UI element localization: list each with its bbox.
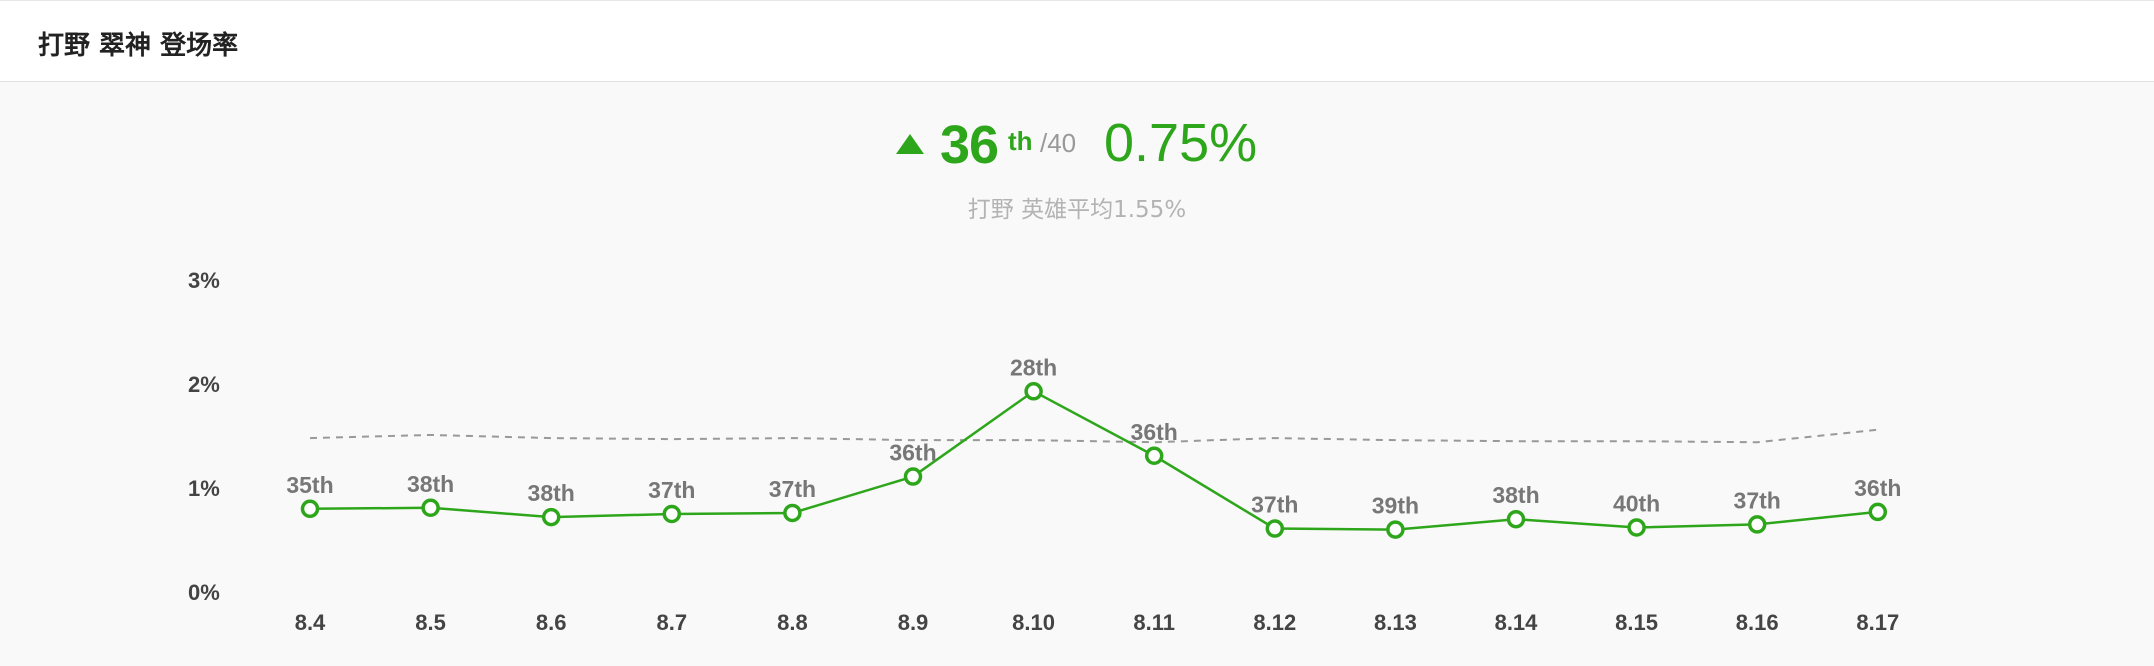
data-point [1265, 519, 1285, 538]
x-tick-label: 8.5 [415, 610, 446, 635]
data-point [421, 498, 440, 518]
data-point [1506, 509, 1526, 529]
x-tick-label: 8.14 [1495, 610, 1539, 635]
data-label: 39th [1372, 493, 1419, 519]
average-series-line [309, 428, 1878, 444]
data-point [662, 504, 682, 524]
data-label: 37th [648, 477, 695, 503]
data-point [1627, 518, 1646, 537]
data-label: 35th [286, 472, 333, 498]
x-tick-label: 8.7 [657, 610, 688, 635]
data-label: 40th [1613, 491, 1660, 517]
data-point [541, 507, 561, 527]
x-tick-label: 8.13 [1374, 610, 1417, 635]
x-tick-label: 8.15 [1615, 610, 1658, 635]
data-point [1747, 515, 1767, 534]
x-tick-label: 8.12 [1253, 610, 1296, 635]
data-point [903, 467, 923, 486]
data-label: 37th [769, 476, 816, 502]
data-label: 36th [1131, 419, 1178, 445]
y-tick-label: 2% [188, 372, 220, 397]
data-point [783, 503, 802, 523]
x-tick-label: 8.6 [536, 610, 567, 635]
x-tick-label: 8.9 [898, 610, 929, 635]
data-point [300, 499, 320, 519]
x-tick-label: 8.11 [1133, 610, 1175, 635]
data-label: 37th [1734, 487, 1781, 513]
y-tick-label: 0% [188, 580, 220, 605]
x-tick-label: 8.8 [777, 610, 808, 635]
x-tick-label: 8.16 [1736, 610, 1779, 635]
y-tick-label: 3% [188, 268, 220, 293]
data-point [1386, 520, 1405, 539]
data-label: 38th [528, 480, 575, 506]
data-label: 36th [889, 440, 936, 466]
data-label: 36th [1854, 475, 1901, 501]
data-point [1868, 502, 1888, 522]
data-label: 38th [407, 471, 454, 497]
x-tick-label: 8.10 [1012, 610, 1055, 635]
x-tick-label: 8.4 [295, 610, 326, 635]
data-label: 37th [1251, 492, 1298, 518]
data-label: 28th [1010, 354, 1057, 380]
data-point [1144, 446, 1164, 466]
data-label: 38th [1492, 482, 1539, 508]
y-tick-label: 1% [188, 476, 220, 501]
data-point [1024, 382, 1043, 401]
x-tick-label: 8.17 [1856, 610, 1899, 635]
pick-rate-chart: 0% 1% 2% 3% 8.4 8.5 8.6 8.7 8.8 8.9 8.10 8.11 8.12 8.… [188, 268, 1901, 635]
